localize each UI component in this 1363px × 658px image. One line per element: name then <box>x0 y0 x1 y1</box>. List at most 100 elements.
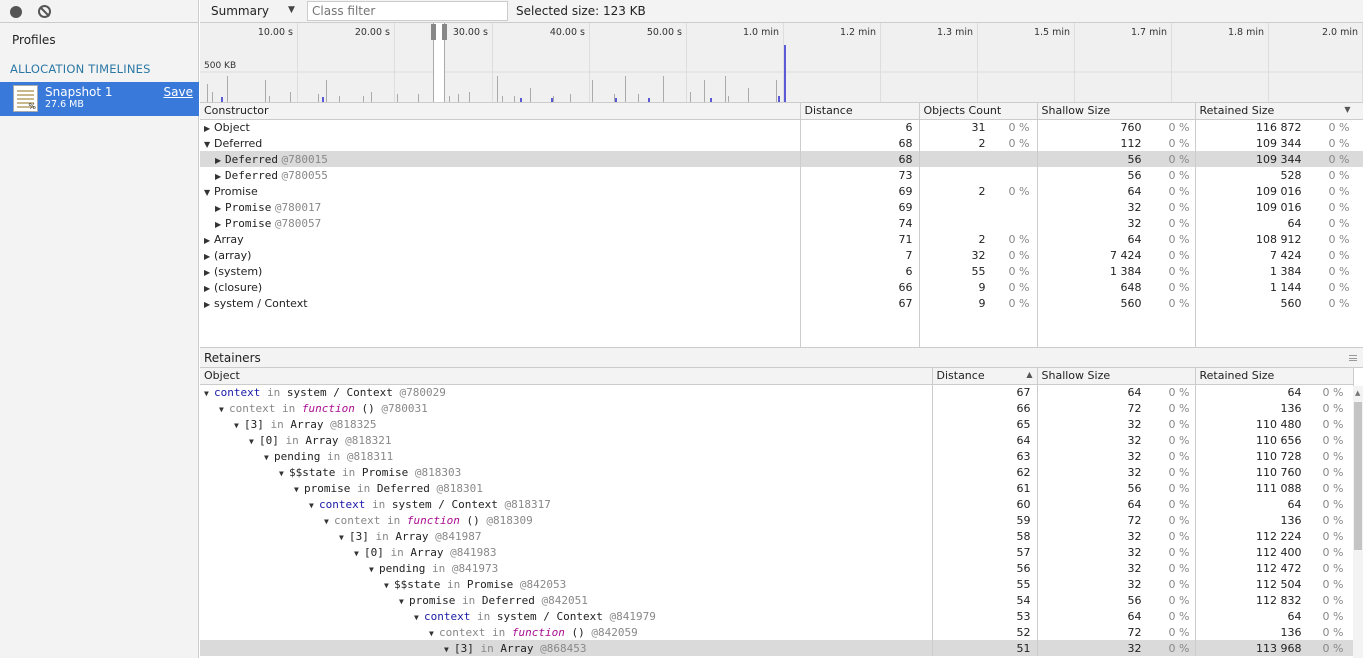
retainer-object-cell[interactable]: ▼ [3] in Array @841987 <box>200 528 933 544</box>
table-row[interactable]: ▶ system / Context 67 9 0 % 560 0 % 560 0 % <box>200 295 1363 311</box>
collapsed-triangle-icon[interactable]: ▶ <box>215 172 225 181</box>
retainer-object-cell[interactable]: ▼ context in function () @780031 <box>200 400 933 416</box>
retainer-row[interactable]: ▼ context in system / Context @780029 67 64… <box>200 384 1354 400</box>
dropdown-arrow-icon[interactable]: ▼ <box>288 5 295 15</box>
collapsed-triangle-icon[interactable]: ▶ <box>215 156 225 165</box>
constructor-cell[interactable]: ▶ (array) <box>200 247 801 263</box>
constructor-cell[interactable]: ▶ Deferred @780015 <box>200 151 801 167</box>
retainer-row[interactable]: ▼ pending in @841973 56 32 0 % 112 472 0 % <box>200 560 1354 576</box>
expanded-triangle-icon[interactable]: ▼ <box>339 533 349 542</box>
constructor-cell[interactable]: ▶ system / Context <box>200 295 801 311</box>
ret-shallow-size-header[interactable]: Shallow Size <box>1037 368 1196 385</box>
table-row[interactable]: ▶ (closure) 66 9 0 % 648 0 % 1 144 0 % <box>200 279 1363 295</box>
expanded-triangle-icon[interactable]: ▼ <box>249 437 259 446</box>
selection-window[interactable] <box>431 23 447 102</box>
table-row[interactable]: ▶ (array) 7 32 0 % 7 424 0 % 7 424 0 % <box>200 247 1363 263</box>
expanded-triangle-icon[interactable]: ▼ <box>399 597 409 606</box>
retainer-object-cell[interactable]: ▼ context in system / Context @841979 <box>200 608 933 624</box>
expanded-triangle-icon[interactable]: ▼ <box>204 389 214 398</box>
expanded-triangle-icon[interactable]: ▼ <box>369 565 379 574</box>
right-grip-handle[interactable] <box>442 24 447 40</box>
retainer-object-cell[interactable]: ▼ pending in @818311 <box>200 448 933 464</box>
retainer-row[interactable]: ▼ context in function () @842059 52 72 0 % 13… <box>200 624 1354 640</box>
constructor-cell[interactable]: ▼ Deferred <box>200 135 801 151</box>
constructor-cell[interactable]: ▶ Promise @780017 <box>200 199 801 215</box>
constructor-cell[interactable]: ▼ Promise <box>200 183 801 199</box>
retainer-row[interactable]: ▼ promise in Deferred @842051 54 56 0 % 112 8… <box>200 592 1354 608</box>
record-icon[interactable] <box>10 6 22 18</box>
expanded-triangle-icon[interactable]: ▼ <box>294 485 304 494</box>
table-row[interactable]: ▶ (system) 6 55 0 % 1 384 0 % 1 384 0 % <box>200 263 1363 279</box>
retainers-scrollbar[interactable]: ▲ <box>1353 386 1363 658</box>
class-filter-input[interactable] <box>307 1 508 21</box>
expanded-triangle-icon[interactable]: ▼ <box>309 501 319 510</box>
retainer-row[interactable]: ▼ pending in @818311 63 32 0 % 110 728 0 % <box>200 448 1354 464</box>
table-row[interactable]: ▶ Deferred @780055 73 56 0 % 528 0 % <box>200 167 1363 183</box>
retainer-object-cell[interactable]: ▼ promise in Deferred @842051 <box>200 592 933 608</box>
constructor-cell[interactable]: ▶ (system) <box>200 263 801 279</box>
table-row[interactable]: ▶ Promise @780057 74 32 0 % 64 0 % <box>200 215 1363 231</box>
retainer-object-cell[interactable]: ▼ context in function () @818309 <box>200 512 933 528</box>
objects-count-header[interactable]: Objects Count <box>919 103 1038 120</box>
distance-header[interactable]: Distance <box>800 103 920 120</box>
retainer-object-cell[interactable]: ▼ context in function () @842059 <box>200 624 933 640</box>
shallow-size-header[interactable]: Shallow Size <box>1037 103 1196 120</box>
retainer-object-cell[interactable]: ▼ $$state in Promise @842053 <box>200 576 933 592</box>
constructor-cell[interactable]: ▶ (closure) <box>200 279 801 295</box>
expanded-triangle-icon[interactable]: ▼ <box>354 549 364 558</box>
retainer-row[interactable]: ▼ [0] in Array @818321 64 32 0 % 110 656 0 % <box>200 432 1354 448</box>
expanded-triangle-icon[interactable]: ▼ <box>204 140 214 149</box>
table-row[interactable]: ▼ Promise 69 2 0 % 64 0 % 109 016 0 % <box>200 183 1363 199</box>
retainer-row[interactable]: ▼ [3] in Array @841987 58 32 0 % 112 224 0 % <box>200 528 1354 544</box>
expanded-triangle-icon[interactable]: ▼ <box>234 421 244 430</box>
constructor-cell[interactable]: ▶ Array <box>200 231 801 247</box>
collapsed-triangle-icon[interactable]: ▶ <box>204 236 214 245</box>
retainer-object-cell[interactable]: ▼ promise in Deferred @818301 <box>200 480 933 496</box>
retainer-object-cell[interactable]: ▼ pending in @841973 <box>200 560 933 576</box>
retainer-row[interactable]: ▼ context in system / Context @818317 60 64… <box>200 496 1354 512</box>
expanded-triangle-icon[interactable]: ▼ <box>219 405 229 414</box>
view-select[interactable]: Summary <box>211 4 269 18</box>
retainer-object-cell[interactable]: ▼ context in system / Context @818317 <box>200 496 933 512</box>
retainer-row[interactable]: ▼ promise in Deferred @818301 61 56 0 % 111 0… <box>200 480 1354 496</box>
table-row[interactable]: ▶ Promise @780017 69 32 0 % 109 016 0 % <box>200 199 1363 215</box>
expanded-triangle-icon[interactable]: ▼ <box>444 645 454 654</box>
retainer-row[interactable]: ▼ $$state in Promise @818303 62 32 0 % 110 76… <box>200 464 1354 480</box>
expanded-triangle-icon[interactable]: ▼ <box>414 613 424 622</box>
table-row[interactable]: ▼ Deferred 68 2 0 % 112 0 % 109 344 0 % <box>200 135 1363 151</box>
retainer-row[interactable]: ▼ context in function () @780031 66 72 0 % 13… <box>200 400 1354 416</box>
snapshot-item[interactable]: Snapshot 1 27.6 MB Save <box>0 82 199 116</box>
retainers-header[interactable]: Retainers <box>200 348 1363 368</box>
collapsed-triangle-icon[interactable]: ▶ <box>215 204 225 213</box>
retainer-row[interactable]: ▼ context in system / Context @841979 53 64… <box>200 608 1354 624</box>
table-row[interactable]: ▶ Deferred @780015 68 56 0 % 109 344 0 % <box>200 151 1363 167</box>
expanded-triangle-icon[interactable]: ▼ <box>429 629 439 638</box>
retainer-row[interactable]: ▼ $$state in Promise @842053 55 32 0 % 112 50… <box>200 576 1354 592</box>
constructor-cell[interactable]: ▶ Promise @780057 <box>200 215 801 231</box>
retainer-row[interactable]: ▼ context in function () @818309 59 72 0 % 13… <box>200 512 1354 528</box>
collapsed-triangle-icon[interactable]: ▶ <box>204 268 214 277</box>
constructor-cell[interactable]: ▶ Deferred @780055 <box>200 167 801 183</box>
table-row[interactable]: ▶ Object 6 31 0 % 760 0 % 116 872 0 % <box>200 119 1363 135</box>
scroll-thumb[interactable] <box>1354 402 1362 550</box>
constructor-header[interactable]: Constructor <box>200 103 801 120</box>
retainer-object-cell[interactable]: ▼ $$state in Promise @818303 <box>200 464 933 480</box>
retainer-row[interactable]: ▼ [3] in Array @818325 65 32 0 % 110 480 0 % <box>200 416 1354 432</box>
allocation-overview[interactable]: 10.00 s 20.00 s 30.00 s 40.00 s 50.00 s 1.0 m… <box>200 23 1363 103</box>
retainer-object-cell[interactable]: ▼ [3] in Array @868453 <box>200 640 933 656</box>
retained-size-header[interactable]: Retained Size ▼ <box>1195 103 1363 120</box>
expanded-triangle-icon[interactable]: ▼ <box>324 517 334 526</box>
expanded-triangle-icon[interactable]: ▼ <box>264 453 274 462</box>
save-link[interactable]: Save <box>164 85 193 99</box>
collapsed-triangle-icon[interactable]: ▶ <box>204 124 214 133</box>
left-grip-handle[interactable] <box>431 24 436 40</box>
expanded-triangle-icon[interactable]: ▼ <box>384 581 394 590</box>
clear-all-icon[interactable] <box>38 5 51 18</box>
table-row[interactable]: ▶ Array 71 2 0 % 64 0 % 108 912 0 % <box>200 231 1363 247</box>
collapsed-triangle-icon[interactable]: ▶ <box>204 252 214 261</box>
retainer-row[interactable]: ▼ [0] in Array @841983 57 32 0 % 112 400 0 % <box>200 544 1354 560</box>
scroll-up-icon[interactable]: ▲ <box>1355 389 1360 397</box>
retainer-object-cell[interactable]: ▼ [3] in Array @818325 <box>200 416 933 432</box>
retainer-row[interactable]: ▼ [3] in Array @868453 51 32 0 % 113 968 0 % <box>200 640 1354 656</box>
ret-retained-size-header[interactable]: Retained Size <box>1195 368 1354 385</box>
